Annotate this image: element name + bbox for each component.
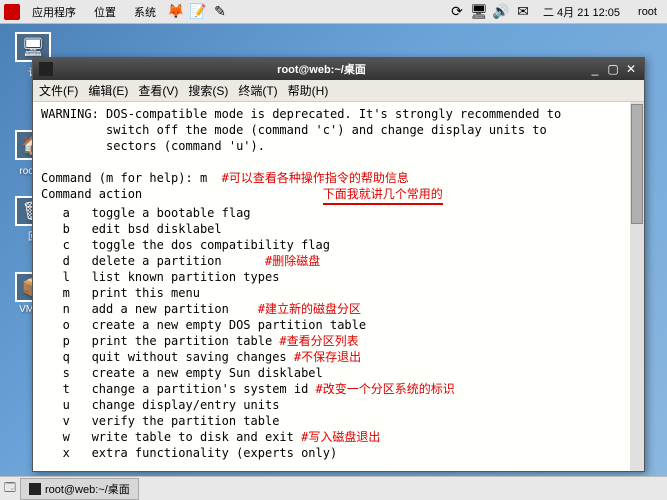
menu-applications[interactable]: 应用程序 (26, 2, 82, 22)
firefox-icon[interactable]: 🦊 (168, 4, 184, 20)
maximize-button[interactable]: ▢ (606, 62, 620, 76)
annotation-delete: #删除磁盘 (265, 254, 320, 268)
terminal-icon (29, 483, 41, 495)
updates-icon[interactable]: ⟳ (449, 4, 465, 20)
menu-terminal[interactable]: 终端(T) (238, 82, 277, 99)
titlebar[interactable]: root@web:~/桌面 _ ▢ ✕ (33, 58, 644, 80)
taskbar-item-terminal[interactable]: root@web:~/桌面 (20, 478, 139, 500)
notes-icon[interactable]: 📝 (190, 4, 206, 20)
menu-edit[interactable]: 编辑(E) (88, 82, 128, 99)
terminal-window: root@web:~/桌面 _ ▢ ✕ 文件(F) 编辑(E) 查看(V) 搜索… (32, 57, 645, 472)
menu-search[interactable]: 搜索(S) (188, 82, 228, 99)
show-desktop-icon[interactable]: 🗔 (4, 479, 16, 498)
annotation-print: #查看分区列表 (279, 334, 358, 348)
scroll-thumb[interactable] (631, 104, 643, 224)
close-button[interactable]: ✕ (624, 62, 638, 76)
mail-icon[interactable]: ✉ (515, 4, 531, 20)
minimize-button[interactable]: _ (588, 62, 602, 76)
terminal-icon (39, 62, 53, 76)
network-icon[interactable]: 🖥 (471, 4, 487, 20)
menu-file[interactable]: 文件(F) (39, 82, 78, 99)
annotation-quit: #不保存退出 (294, 350, 361, 364)
annotation-type: #改变一个分区系统的标识 (316, 382, 455, 396)
bottom-panel: 🗔 root@web:~/桌面 (0, 476, 667, 500)
volume-icon[interactable]: 🔊 (493, 4, 509, 20)
annotation-below: 下面我就讲几个常用的 (323, 186, 443, 205)
distro-logo-icon[interactable] (4, 4, 20, 20)
clock[interactable]: 二 4月 21 12:05 (537, 4, 626, 20)
scrollbar[interactable] (630, 102, 644, 471)
menu-system[interactable]: 系统 (128, 2, 162, 22)
terminal-output[interactable]: WARNING: DOS-compatible mode is deprecat… (33, 102, 644, 471)
annotation-write: #写入磁盘退出 (301, 430, 380, 444)
window-title: root@web:~/桌面 (59, 61, 584, 77)
menu-help[interactable]: 帮助(H) (288, 82, 329, 99)
annotation-new: #建立新的磁盘分区 (258, 302, 361, 316)
menu-places[interactable]: 位置 (88, 2, 122, 22)
annotation-help: #可以查看各种操作指令的帮助信息 (222, 171, 409, 185)
user-menu[interactable]: root (632, 4, 663, 20)
menubar: 文件(F) 编辑(E) 查看(V) 搜索(S) 终端(T) 帮助(H) (33, 80, 644, 102)
menu-view[interactable]: 查看(V) (138, 82, 178, 99)
top-panel: 应用程序 位置 系统 🦊 📝 ✎ ⟳ 🖥 🔊 ✉ 二 4月 21 12:05 r… (0, 0, 667, 24)
edit-icon[interactable]: ✎ (212, 4, 228, 20)
